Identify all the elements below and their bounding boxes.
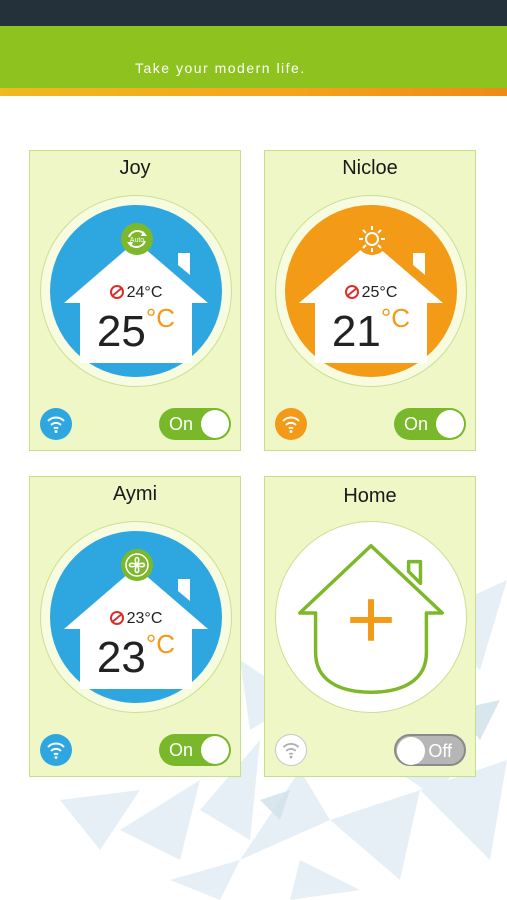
- power-toggle[interactable]: On: [394, 408, 466, 440]
- device-name: Home: [343, 485, 397, 507]
- wifi-icon[interactable]: [275, 734, 307, 766]
- auto-mode-icon: Auto: [121, 223, 153, 255]
- power-toggle[interactable]: On: [159, 734, 231, 766]
- device-name: Nicloe: [342, 157, 398, 179]
- device-name: Aymi: [112, 483, 158, 505]
- power-toggle[interactable]: Off: [394, 734, 466, 766]
- fan-icon: [121, 549, 153, 581]
- toggle-label: On: [169, 414, 194, 434]
- toggle-knob: [397, 737, 425, 765]
- toggle-knob: [201, 410, 229, 438]
- header-banner: [0, 26, 507, 88]
- current-temperature: 21°C: [331, 303, 411, 356]
- target-temp-icon: [109, 611, 124, 625]
- toggle-knob: [436, 410, 464, 438]
- wifi-icon[interactable]: [40, 734, 72, 766]
- current-temperature: 23°C: [96, 629, 176, 682]
- device-card-nicloe[interactable]: Nicloe 25°C 21°C On: [264, 150, 476, 451]
- target-temp-icon: [344, 285, 359, 299]
- device-card-aymi[interactable]: Aymi 23°C 23°C On: [29, 476, 241, 777]
- toggle-label: On: [169, 740, 194, 760]
- tagline: Take your modern life.: [135, 60, 306, 76]
- target-temp-icon: [109, 285, 124, 299]
- current-temperature: 25°C: [96, 303, 176, 356]
- add-device-button[interactable]: [275, 521, 467, 713]
- thermostat-dial[interactable]: 23°C 23°C: [40, 521, 232, 713]
- device-name: Joy: [119, 157, 151, 179]
- header-stripe: [0, 88, 507, 96]
- set-temperature: 23°C: [50, 609, 222, 628]
- thermostat-dial[interactable]: Auto 24°C 25°C: [40, 195, 232, 387]
- set-temperature: 24°C: [50, 283, 222, 302]
- power-toggle[interactable]: On: [159, 408, 231, 440]
- svg-text:Auto: Auto: [130, 237, 145, 244]
- heat-sun-icon: [356, 223, 388, 255]
- add-device-plus-icon: [350, 599, 392, 641]
- house-outline-icon: [298, 544, 444, 694]
- status-bar: [0, 0, 507, 26]
- device-card-joy[interactable]: Joy Auto 24°C 25°C On: [29, 150, 241, 451]
- device-card-home[interactable]: Home Off: [264, 476, 476, 777]
- wifi-icon[interactable]: [275, 408, 307, 440]
- toggle-label: On: [404, 414, 429, 434]
- toggle-knob: [201, 736, 229, 764]
- thermostat-dial[interactable]: 25°C 21°C: [275, 195, 467, 387]
- wifi-icon[interactable]: [40, 408, 72, 440]
- toggle-label: Off: [428, 741, 452, 761]
- set-temperature: 25°C: [285, 283, 457, 302]
